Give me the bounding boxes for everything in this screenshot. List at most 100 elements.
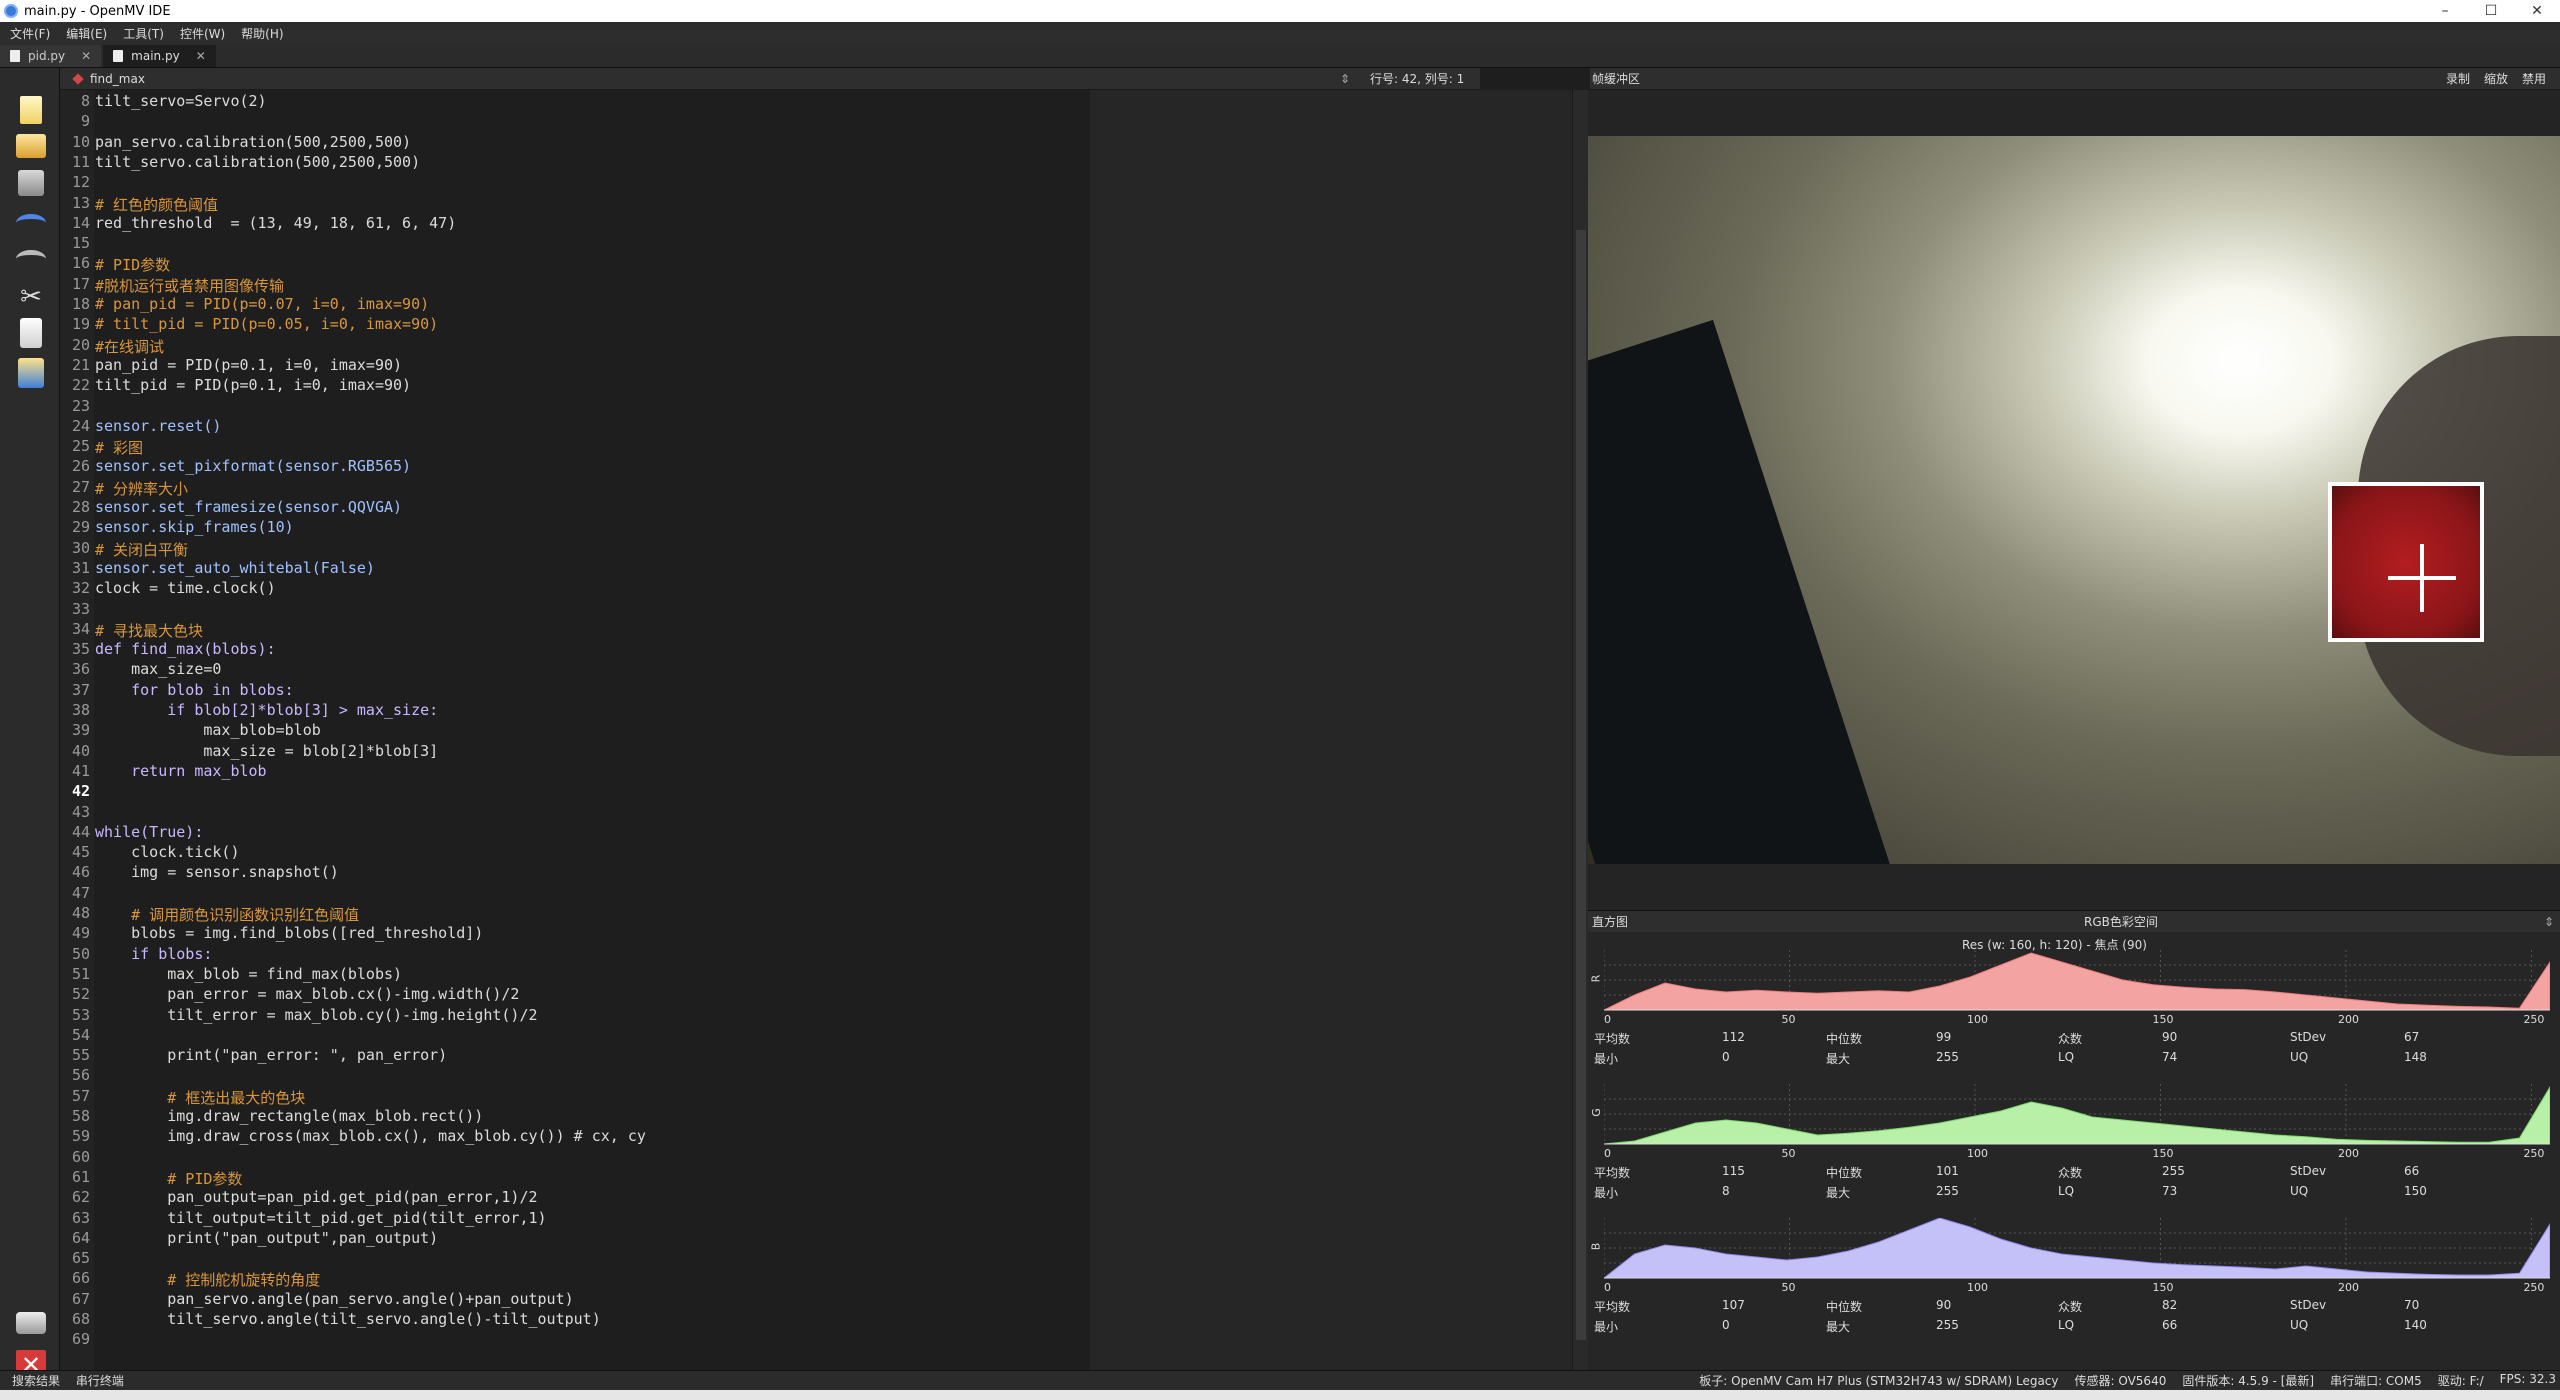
stat-label: 中位数 xyxy=(1826,1032,1863,1046)
tab-label: main.py xyxy=(131,49,180,63)
code-line: # 调用颜色识别函数识别红色阈值 xyxy=(95,906,360,924)
search-results-tab[interactable]: 搜索结果 xyxy=(12,1374,60,1388)
board-info[interactable]: 板子: OpenMV Cam H7 Plus (STM32H743 w/ SDR… xyxy=(1699,1372,2058,1389)
line-number: 51 xyxy=(71,964,90,983)
cut-icon[interactable]: ✂ xyxy=(16,282,46,312)
copy-icon[interactable] xyxy=(20,318,42,348)
line-number: 43 xyxy=(71,802,90,821)
line-number: 22 xyxy=(71,376,90,395)
connect-icon[interactable] xyxy=(16,1312,46,1334)
close-tab-icon[interactable]: ✕ xyxy=(196,49,206,63)
x-tick-label: 150 xyxy=(2152,1013,2174,1026)
undo-icon[interactable] xyxy=(16,214,46,232)
code-line: sensor.set_auto_whitebal(False) xyxy=(95,558,375,577)
code-editor[interactable]: 8 9 10 11 12 13 14 15 16 17 18 19 20 21 22 23 24 25 26 27 28… xyxy=(60,90,1090,1370)
code-line: img = sensor.snapshot() xyxy=(95,863,339,882)
maximize-button[interactable]: ☐ xyxy=(2468,3,2514,19)
frame-buffer-title: 帧缓冲区 xyxy=(1592,72,1641,86)
code-line: def find_max(blobs): xyxy=(95,640,276,659)
stat-value-max: 255 xyxy=(1936,1184,1959,1198)
editor-scrollbar[interactable] xyxy=(1572,90,1588,1370)
tab-label: pid.py xyxy=(28,49,66,63)
menu-bar: 文件(F) 编辑(E) 工具(T) 控件(W) 帮助(H) xyxy=(0,22,2560,44)
file-tab-bar: pid.py ✕ main.py ✕ xyxy=(0,44,2560,68)
line-number: 9 xyxy=(80,112,90,131)
scrollbar-thumb[interactable] xyxy=(1576,230,1586,1340)
function-dropdown-icon[interactable]: ⇕ xyxy=(1340,72,1350,86)
menu-edit[interactable]: 编辑(E) xyxy=(56,25,113,42)
line-number: 14 xyxy=(71,213,90,232)
drive-info[interactable]: 驱动: F:/ xyxy=(2438,1372,2484,1389)
x-tick-label: 150 xyxy=(2152,1281,2174,1294)
stat-value-stdev: 67 xyxy=(2404,1030,2420,1044)
stat-label: StDev xyxy=(2290,1298,2327,1312)
code-line: # 红色的颜色阈值 xyxy=(95,195,219,214)
redo-icon[interactable] xyxy=(16,250,46,268)
stats-row: 最小 0 最大 255 LQ 66 UQ 140 xyxy=(1594,1318,2554,1336)
tab-pid-py[interactable]: pid.py ✕ xyxy=(0,45,102,67)
line-number: 19 xyxy=(71,315,90,334)
line-number: 27 xyxy=(71,477,90,496)
code-line: sensor.set_pixformat(sensor.RGB565) xyxy=(95,457,412,476)
colorspace-select[interactable]: RGB色彩空间 xyxy=(2084,913,2158,930)
code-line: blobs = img.find_blobs([red_threshold]) xyxy=(95,924,484,943)
stat-value-max: 255 xyxy=(1936,1050,1959,1064)
code-line: # PID参数 xyxy=(95,256,171,275)
zoom-button[interactable]: 缩放 xyxy=(2484,70,2508,87)
function-selector[interactable]: find_max xyxy=(90,72,145,86)
stat-value-median: 90 xyxy=(1936,1298,1952,1312)
close-window-button[interactable]: ✕ xyxy=(2514,3,2560,19)
stat-label: LQ xyxy=(2058,1050,2075,1064)
histogram-area-g xyxy=(1604,1086,2550,1145)
line-number: 17 xyxy=(71,274,90,293)
x-tick-label: 50 xyxy=(1781,1147,1796,1160)
line-number: 63 xyxy=(71,1208,90,1227)
open-file-icon[interactable] xyxy=(16,134,46,158)
line-number: 64 xyxy=(71,1228,90,1247)
disable-button[interactable]: 禁用 xyxy=(2522,70,2546,87)
menu-widgets[interactable]: 控件(W) xyxy=(170,25,231,42)
code-line: # 彩图 xyxy=(95,439,144,458)
stat-value-mode: 82 xyxy=(2162,1298,2178,1312)
menu-tools[interactable]: 工具(T) xyxy=(113,25,170,42)
histogram-chart-r xyxy=(1604,950,2550,1011)
new-file-icon[interactable] xyxy=(20,96,42,124)
save-icon[interactable] xyxy=(18,170,44,196)
minimize-button[interactable]: – xyxy=(2422,3,2468,19)
firmware-info[interactable]: 固件版本: 4.5.9 - [最新] xyxy=(2182,1372,2314,1389)
paste-icon[interactable] xyxy=(18,358,44,388)
line-number: 25 xyxy=(71,437,90,456)
tab-main-py[interactable]: main.py ✕ xyxy=(103,45,216,67)
serial-port-info[interactable]: 串行端口: COM5 xyxy=(2330,1372,2422,1389)
line-number: 65 xyxy=(71,1249,90,1268)
channel-axis-label: R xyxy=(1589,974,1603,983)
taskbar-strip xyxy=(0,1390,2560,1400)
code-line: #在线调试 xyxy=(95,337,165,356)
code-line: max_blob=blob xyxy=(95,721,321,740)
line-number: 13 xyxy=(71,193,90,212)
close-tab-icon[interactable]: ✕ xyxy=(81,49,91,63)
line-number: 12 xyxy=(71,173,90,192)
fps-info: FPS: 32.3 xyxy=(2499,1372,2556,1386)
line-number: 53 xyxy=(71,1005,90,1024)
line-number: 20 xyxy=(71,335,90,354)
serial-terminal-tab[interactable]: 串行终端 xyxy=(76,1374,124,1388)
stat-label: 最大 xyxy=(1826,1052,1851,1066)
code-line: clock = time.clock() xyxy=(95,579,276,598)
code-line: print("pan_output",pan_output) xyxy=(95,1228,439,1247)
code-line: img.draw_cross(max_blob.cx(), max_blob.c… xyxy=(95,1127,646,1146)
stat-value-mean: 112 xyxy=(1722,1030,1745,1044)
menu-help[interactable]: 帮助(H) xyxy=(231,25,289,42)
line-number: 18 xyxy=(71,295,90,313)
code-line: sensor.skip_frames(10) xyxy=(95,518,294,537)
code-line: tilt_pid = PID(p=0.1, i=0, imax=90) xyxy=(95,376,412,395)
code-line: clock.tick() xyxy=(95,843,240,862)
file-icon xyxy=(113,50,124,62)
colorspace-dropdown-icon[interactable]: ⇕ xyxy=(2544,915,2554,929)
menu-file[interactable]: 文件(F) xyxy=(0,25,56,42)
line-number: 69 xyxy=(71,1330,90,1349)
record-button[interactable]: 录制 xyxy=(2446,70,2470,87)
code-line: for blob in blobs: xyxy=(95,680,294,699)
stat-value-lq: 73 xyxy=(2162,1184,2178,1198)
code-line: # 寻找最大色块 xyxy=(95,621,204,640)
